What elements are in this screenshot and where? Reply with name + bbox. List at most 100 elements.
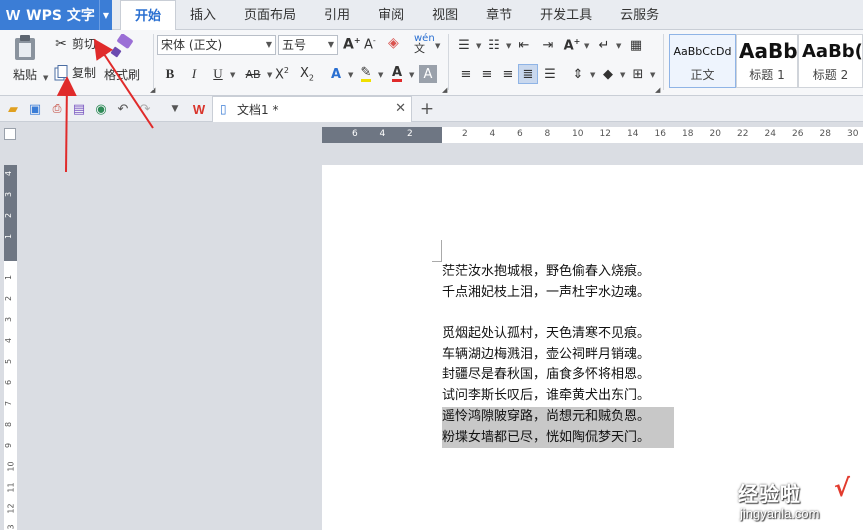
font-family-select[interactable]: 宋体 (正文) ▼ <box>157 35 276 55</box>
highlight-dropdown-icon[interactable]: ▼ <box>378 71 383 79</box>
undo-icon[interactable]: ↶ <box>114 100 132 118</box>
line-spacing-dropdown-icon[interactable]: ▼ <box>590 71 595 79</box>
line-spacing-button[interactable]: ⇕ <box>568 64 588 84</box>
shrink-font-button[interactable]: A- <box>364 36 376 52</box>
text-line[interactable]: 封疆尽是春秋国，庙食多怀将相恩。 <box>442 365 674 386</box>
text-line[interactable]: 觅烟起处认孤村，天色清寒不见痕。 <box>442 324 674 345</box>
grow-font-button[interactable]: A+ <box>343 36 361 53</box>
decrease-indent-button[interactable]: ⇤ <box>514 35 534 55</box>
ruler-tick: 18 <box>682 129 694 139</box>
underline-button[interactable]: U <box>208 64 228 84</box>
justify-button[interactable]: ≣ <box>518 64 538 84</box>
text-effect-dropdown-icon[interactable]: ▼ <box>348 71 353 79</box>
distributed-align-button[interactable]: ☰ <box>540 64 560 84</box>
format-painter-label: 格式刷 <box>104 68 141 82</box>
horizontal-ruler[interactable]: 6 4 2 2 4 6 8 10 12 14 16 18 20 22 24 26 28 30 <box>322 127 863 143</box>
font-color-dropdown-icon[interactable]: ▼ <box>409 71 414 79</box>
text-line[interactable]: 试问李斯长叹后，谁牵黄犬出东门。 <box>442 386 674 407</box>
print-preview-icon[interactable]: ◉ <box>92 100 110 118</box>
style-normal[interactable]: AaBbCcDd 正文 <box>669 34 736 88</box>
paste-button[interactable]: 粘贴 ▼ <box>8 34 48 90</box>
show-hide-marks-button[interactable]: ↵ <box>594 35 614 55</box>
align-right-button[interactable]: ≡ <box>498 64 518 84</box>
subscript-button[interactable]: X2 <box>297 64 317 84</box>
text-line[interactable]: 车辆湖边梅溅泪，壶公祠畔月销魂。 <box>442 345 674 366</box>
text-line[interactable]: 茫茫汝水抱城根，野色偷春入烧痕。 <box>442 262 674 283</box>
customize-toolbar-chevron-down-icon[interactable]: ▼ <box>166 100 184 118</box>
pinyin-guide-button[interactable]: wén 文 <box>414 34 435 55</box>
app-menu-chevron-down-icon[interactable]: ▼ <box>99 0 112 30</box>
style-heading-2[interactable]: AaBb( 标题 2 <box>798 34 863 88</box>
pinyin-dropdown-icon[interactable]: ▼ <box>435 42 440 50</box>
line-spacing-icon: ⇕ <box>572 66 584 82</box>
ribbon-tabs: 开始 插入 页面布局 引用 审阅 视图 章节 开发工具 云服务 <box>120 0 673 31</box>
shading-dropdown-icon[interactable]: ▼ <box>620 71 625 79</box>
paragraph-dialog-launcher-icon[interactable]: ◢ <box>655 86 660 94</box>
new-tab-plus-icon[interactable]: + <box>418 99 436 119</box>
borders-dropdown-icon[interactable]: ▼ <box>650 71 655 79</box>
vruler-tick: 1 <box>4 233 14 240</box>
table-button[interactable]: ▦ <box>626 35 646 55</box>
numbering-dropdown-icon[interactable]: ▼ <box>506 42 511 50</box>
align-left-button[interactable]: ≡ <box>456 64 476 84</box>
char-shading-button[interactable]: A <box>419 65 437 83</box>
cut-button[interactable]: ✂ 剪切 <box>52 35 96 52</box>
app-menu-button[interactable]: W WPS 文字 ▼ <box>0 0 112 30</box>
export-pdf-icon[interactable]: ⎙ <box>48 100 66 118</box>
marks-dropdown-icon[interactable]: ▼ <box>616 42 621 50</box>
tab-stop-selector[interactable] <box>4 128 16 140</box>
style-heading-1[interactable]: AaBb 标题 1 <box>736 34 798 88</box>
font-size-select[interactable]: 五号 ▼ <box>278 35 338 55</box>
tab-5[interactable]: 视图 <box>418 0 472 30</box>
chinese-layout-dropdown-icon[interactable]: ▼ <box>584 42 589 50</box>
vertical-ruler[interactable]: 4 3 2 1 1 2 3 4 5 6 7 8 9 10 11 12 13 <box>4 165 17 530</box>
copy-button[interactable]: 复制 <box>52 64 96 81</box>
italic-button[interactable]: I <box>184 64 204 84</box>
selected-text-line[interactable]: 粉堞女墙都已尽，恍如陶侃梦天门。 <box>442 427 674 449</box>
distributed-align-icon: ☰ <box>544 66 556 82</box>
border-icon: ⊞ <box>632 66 644 82</box>
tab-2[interactable]: 页面布局 <box>230 0 310 30</box>
wps-w-icon[interactable]: W <box>190 100 208 118</box>
shading-button[interactable]: ◆ <box>598 64 618 84</box>
tab-8[interactable]: 云服务 <box>606 0 673 30</box>
increase-indent-button[interactable]: ⇥ <box>538 35 558 55</box>
text-line[interactable] <box>442 303 674 324</box>
tab-4[interactable]: 审阅 <box>364 0 418 30</box>
paste-dropdown-icon[interactable]: ▼ <box>43 74 48 82</box>
tab-3[interactable]: 引用 <box>310 0 364 30</box>
document-tab[interactable]: ▯ 文档1 * ✕ <box>212 96 412 122</box>
chevron-down-icon: ▼ <box>265 40 272 49</box>
save-icon[interactable]: ▣ <box>26 100 44 118</box>
superscript-button[interactable]: X2 <box>272 64 292 84</box>
tab-0[interactable]: 开始 <box>120 0 177 31</box>
align-center-button[interactable]: ≡ <box>477 64 497 84</box>
text-effect-button[interactable]: A <box>326 64 346 84</box>
font-color-button[interactable]: A <box>387 64 407 84</box>
tab-7[interactable]: 开发工具 <box>526 0 606 30</box>
print-icon[interactable]: ▤ <box>70 100 88 118</box>
close-tab-icon[interactable]: ✕ <box>395 101 406 116</box>
text-line[interactable]: 千点湘妃枝上泪，一声杜宇水边魂。 <box>442 283 674 304</box>
document-body[interactable]: 茫茫汝水抱城根，野色偷春入烧痕。 千点湘妃枝上泪，一声杜宇水边魂。 觅烟起处认孤村，… <box>442 262 674 449</box>
chinese-layout-button[interactable]: A+ <box>562 35 582 55</box>
underline-dropdown-icon[interactable]: ▼ <box>230 71 235 79</box>
tab-6[interactable]: 章节 <box>472 0 526 30</box>
selected-text-line[interactable]: 遥怜鸿隙陂穿路，尚想元和贼负恩。 <box>442 406 674 428</box>
clear-format-button[interactable]: ◈ <box>388 35 399 51</box>
bold-button[interactable]: B <box>160 64 180 84</box>
format-painter-button[interactable]: 格式刷 <box>104 66 140 83</box>
redo-icon[interactable]: ↷ <box>136 100 154 118</box>
vruler-tick: 3 <box>4 191 14 198</box>
font-dialog-launcher-icon[interactable]: ◢ <box>442 86 447 94</box>
bullet-list-button[interactable]: ☰ <box>454 35 474 55</box>
paragraph-mark-icon: ↵ <box>598 37 610 53</box>
tab-1[interactable]: 插入 <box>176 0 230 30</box>
open-folder-icon[interactable]: ▰ <box>4 100 22 118</box>
highlight-button[interactable]: ✎ <box>356 64 376 84</box>
format-painter-icon-button[interactable] <box>108 34 136 60</box>
numbered-list-button[interactable]: ☷ <box>484 35 504 55</box>
bullet-dropdown-icon[interactable]: ▼ <box>476 42 481 50</box>
borders-button[interactable]: ⊞ <box>628 64 648 84</box>
strikethrough-button[interactable]: AB <box>240 64 266 84</box>
